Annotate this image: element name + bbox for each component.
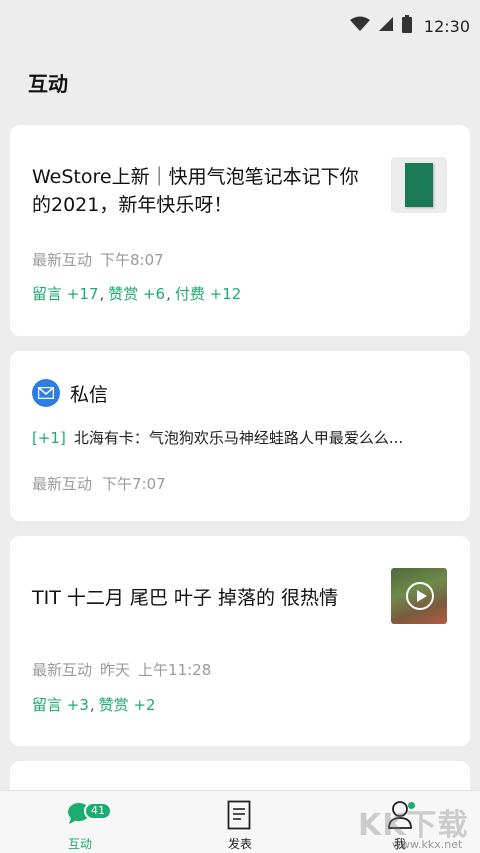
meta-time: 下午7:07 — [102, 475, 166, 493]
meta-time: 上午11:28 — [138, 661, 212, 679]
private-message-meta: 最新互动 下午7:07 — [32, 473, 166, 494]
meta-label: 最新互动 — [32, 661, 93, 679]
meta-label: 最新互动 — [32, 475, 93, 493]
watermark-url: www.kkx.net — [392, 838, 463, 851]
meta-label: 最新互动 — [32, 251, 93, 269]
post-stats: 留言 +3, 赞赏 +2 — [32, 696, 156, 714]
private-message-preview: [+1] 北海有卡：气泡狗欢乐马神经蛙路人甲最爱么么... — [32, 427, 442, 448]
paid-stat[interactable]: 付费 +12 — [175, 285, 241, 303]
tab-badge: 41 — [84, 802, 112, 820]
page-title: 互动 — [28, 72, 68, 96]
tab-label: 互动 — [67, 837, 92, 851]
notebook-image — [405, 163, 433, 207]
post-card[interactable]: WeStore上新｜快用气泡笔记本记下你的2021，新年快乐呀！ 最新互动 下午8… — [10, 125, 470, 336]
comments-stat[interactable]: 留言 +17 — [32, 285, 98, 303]
tab-publish[interactable]: 发表 — [180, 791, 300, 853]
tab-interact[interactable]: 41 互动 — [20, 791, 140, 853]
mail-icon — [32, 379, 60, 407]
post-thumbnail — [391, 157, 447, 213]
private-message-card[interactable]: 私信 [+1] 北海有卡：气泡狗欢乐马神经蛙路人甲最爱么么... 最新互动 下午7:… — [10, 351, 470, 521]
tab-label: 发表 — [227, 837, 252, 851]
status-time: 12:30 — [423, 16, 470, 36]
meta-day: 昨天 — [100, 661, 131, 679]
signal-icon — [378, 16, 394, 36]
post-title: TIT 十二月 尾巴 叶子 掉落的 很热情 — [32, 587, 339, 609]
comments-stat[interactable]: 留言 +3 — [32, 696, 89, 714]
post-stats: 留言 +17, 赞赏 +6, 付费 +12 — [32, 285, 242, 303]
unread-count: [+1] — [32, 429, 66, 447]
rewards-stat[interactable]: 赞赏 +6 — [108, 285, 165, 303]
play-icon — [406, 582, 434, 610]
rewards-stat[interactable]: 赞赏 +2 — [99, 696, 156, 714]
message-preview: 北海有卡：气泡狗欢乐马神经蛙路人甲最爱么么... — [73, 429, 404, 447]
meta-time: 下午8:07 — [100, 251, 164, 269]
wifi-icon — [349, 16, 370, 36]
post-title: WeStore上新｜快用气泡笔记本记下你的2021，新年快乐呀！ — [32, 166, 359, 216]
private-message-title: 私信 — [70, 383, 109, 406]
battery-icon — [401, 15, 412, 37]
private-message-header: 私信 — [32, 379, 108, 407]
video-thumbnail[interactable] — [391, 568, 447, 624]
document-icon — [227, 800, 251, 834]
post-meta: 最新互动 下午8:07 — [32, 249, 164, 270]
post-meta: 最新互动 昨天 上午11:28 — [32, 659, 211, 680]
status-bar: 12:30 — [0, 0, 480, 52]
post-card[interactable]: TIT 十二月 尾巴 叶子 掉落的 很热情 最新互动 昨天 上午11:28 留言 +… — [10, 536, 470, 746]
